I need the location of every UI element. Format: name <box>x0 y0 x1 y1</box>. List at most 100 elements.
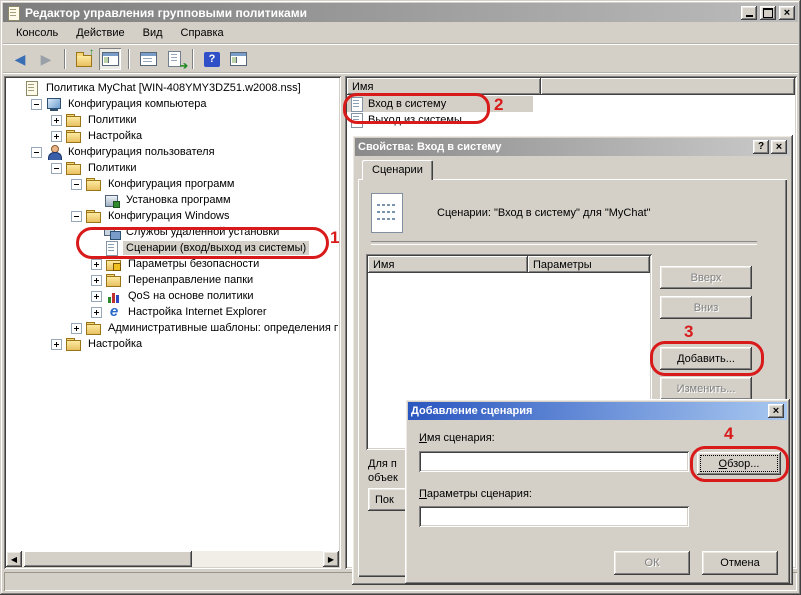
column-header-blank[interactable] <box>541 78 795 95</box>
console-tree-pane: Политика MyChat [WIN-408YMY3DZ51.w2008.n… <box>4 76 341 569</box>
expand-plus-icon[interactable] <box>51 131 62 142</box>
folder-icon <box>86 209 102 223</box>
annotation-circle-3 <box>650 341 764 376</box>
cancel-button[interactable]: Отмена <box>702 551 778 575</box>
separator-line <box>371 241 757 245</box>
internet-explorer-icon: e <box>106 305 122 319</box>
tree-item-ie-settings[interactable]: e Настройка Internet Explorer <box>7 304 338 320</box>
folder-icon <box>66 337 82 351</box>
annotation-number-3: 3 <box>684 322 693 342</box>
script-large-icon <box>371 193 403 233</box>
column-header-params[interactable]: Параметры <box>528 256 650 273</box>
down-button[interactable]: Вниз <box>660 296 752 319</box>
menu-console[interactable]: Консоль <box>7 24 67 42</box>
scripts-description: Сценарии: "Вход в систему" для "MyChat" <box>437 207 651 219</box>
tree-item-computer-config[interactable]: Конфигурация компьютера <box>7 96 338 112</box>
tree-item-software-config[interactable]: Конфигурация программ <box>7 176 338 192</box>
console-tree-toggle-icon[interactable] <box>99 48 121 70</box>
tab-scripts[interactable]: Сценарии <box>362 160 433 180</box>
scripts-list-headers: Имя Параметры <box>368 256 650 273</box>
help-icon[interactable]: ? <box>201 48 223 70</box>
back-icon[interactable]: ◀ <box>9 48 31 70</box>
tree-item-folder-redirect[interactable]: Перенаправление папки <box>7 272 338 288</box>
toolbar-separator <box>128 49 130 69</box>
package-icon <box>104 193 120 207</box>
menu-action[interactable]: Действие <box>67 24 133 42</box>
gpo-icon <box>24 81 40 95</box>
tree-item-preferences-user[interactable]: Настройка <box>7 336 338 352</box>
up-button[interactable]: Вверх <box>660 266 752 289</box>
toolbar: ◀ ▶ ↑ ➔ ? <box>3 45 798 74</box>
annotation-number-2: 2 <box>494 95 503 115</box>
tree-item-windows-config[interactable]: Конфигурация Windows <box>7 208 338 224</box>
properties-dialog-title-bar: Свойства: Вход в систему ? × <box>355 138 790 156</box>
tree-item-admin-templates[interactable]: Административные шаблоны: определения по… <box>7 320 338 336</box>
toolbar-separator <box>192 49 194 69</box>
new-window-icon[interactable] <box>227 48 249 70</box>
column-header-name[interactable]: Имя <box>368 256 528 273</box>
expand-plus-icon[interactable] <box>91 275 102 286</box>
annotation-circle-4 <box>690 446 789 482</box>
scrollbar-thumb[interactable] <box>24 551 192 567</box>
script-name-label: Имя сценария: <box>419 432 495 444</box>
expand-minus-icon[interactable] <box>31 147 42 158</box>
expand-plus-icon[interactable] <box>71 323 82 334</box>
expand-minus-icon[interactable] <box>51 163 62 174</box>
properties-icon[interactable] <box>137 48 159 70</box>
folder-icon <box>66 129 82 143</box>
script-name-input[interactable] <box>419 451 689 472</box>
expand-plus-icon[interactable] <box>91 259 102 270</box>
scroll-left-icon[interactable]: ◀ <box>6 551 22 567</box>
tree-item-policy-root[interactable]: Политика MyChat [WIN-408YMY3DZ51.w2008.n… <box>7 80 338 96</box>
add-dialog-title-bar: Добавление сценария × <box>408 402 787 420</box>
folder-icon <box>66 113 82 127</box>
close-button[interactable]: × <box>779 6 795 20</box>
forward-icon[interactable]: ▶ <box>35 48 57 70</box>
menu-help[interactable]: Справка <box>172 24 233 42</box>
horizontal-scrollbar[interactable]: ◀ ▶ <box>6 551 339 567</box>
expand-plus-icon[interactable] <box>91 291 102 302</box>
folder-icon <box>66 161 82 175</box>
scroll-right-icon[interactable]: ▶ <box>323 551 339 567</box>
folder-icon <box>106 273 122 287</box>
window-title: Редактор управления групповыми политикам… <box>25 6 738 20</box>
tree-item-policies-user[interactable]: Политики <box>7 160 338 176</box>
menu-view[interactable]: Вид <box>134 24 172 42</box>
title-bar: Редактор управления групповыми политикам… <box>3 3 798 22</box>
up-one-level-icon[interactable]: ↑ <box>73 48 95 70</box>
minimize-button[interactable] <box>741 6 757 20</box>
annotation-circle-1 <box>76 227 329 259</box>
app-icon <box>6 6 22 20</box>
close-icon[interactable]: × <box>768 404 784 418</box>
edit-button[interactable]: Изменить... <box>660 377 752 400</box>
tree-item-policies-computer[interactable]: Политики <box>7 112 338 128</box>
folder-icon <box>86 321 102 335</box>
expand-minus-icon[interactable] <box>71 179 82 190</box>
context-help-icon[interactable]: ? <box>753 140 769 154</box>
clipped-hint-line1: Для п <box>368 458 397 470</box>
computer-icon <box>46 97 62 111</box>
maximize-button[interactable] <box>760 6 776 20</box>
tree-item-qos[interactable]: QoS на основе политики <box>7 288 338 304</box>
annotation-number-4: 4 <box>724 424 733 444</box>
toolbar-separator <box>64 49 66 69</box>
expand-plus-icon[interactable] <box>51 115 62 126</box>
tree-item-user-config[interactable]: Конфигурация пользователя <box>7 144 338 160</box>
ok-button[interactable]: ОК <box>614 551 690 575</box>
folder-icon <box>86 177 102 191</box>
export-list-icon[interactable]: ➔ <box>163 48 185 70</box>
tree-item-preferences-computer[interactable]: Настройка <box>7 128 338 144</box>
expand-plus-icon[interactable] <box>51 339 62 350</box>
close-icon[interactable]: × <box>771 140 787 154</box>
add-dialog-title: Добавление сценария <box>411 405 766 417</box>
tree-item-software-install[interactable]: Установка программ <box>7 192 338 208</box>
qos-chart-icon <box>106 289 122 303</box>
expand-minus-icon[interactable] <box>71 211 82 222</box>
security-folder-icon <box>106 257 122 271</box>
menu-bar: Консоль Действие Вид Справка <box>3 22 798 45</box>
user-icon <box>46 145 62 159</box>
annotation-number-1: 1 <box>330 228 339 248</box>
script-params-input[interactable] <box>419 506 689 527</box>
expand-plus-icon[interactable] <box>91 307 102 318</box>
expand-minus-icon[interactable] <box>31 99 42 110</box>
